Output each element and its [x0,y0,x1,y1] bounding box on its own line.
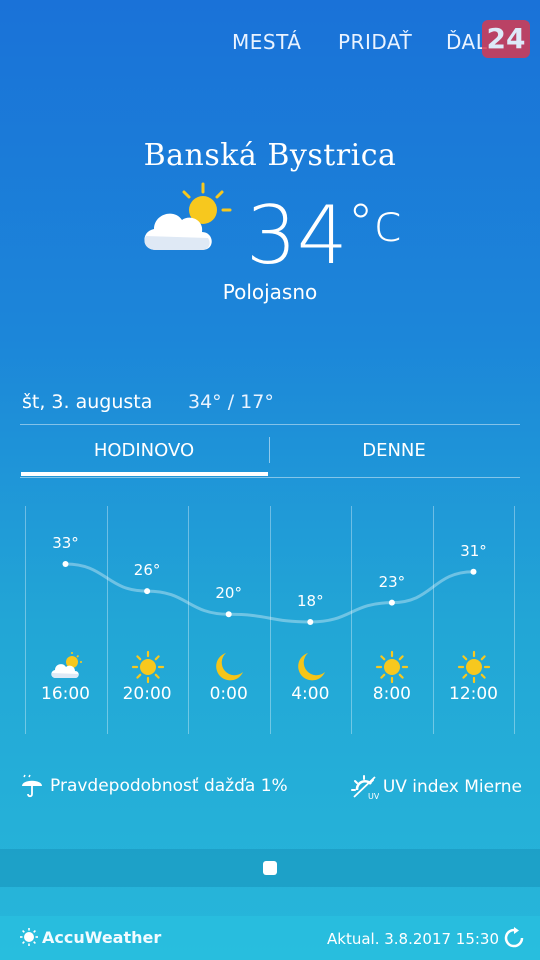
last-updated: Aktual. 3.8.2017 15:30 [327,930,500,948]
hourly-temperature: 20° [215,584,242,603]
current-condition: Polojasno [222,280,318,304]
column-separator [433,506,434,734]
hourly-time: 0:00 [209,684,248,704]
footer-bar: AccuWeather Aktual. 3.8.2017 15:30 [0,916,540,960]
forecast-tabs: HODINOVO DENNE [20,425,520,477]
column-separator [351,506,353,734]
rain-probability: Pravdepodobnosť dažďa 1% [20,774,288,798]
accuweather-sun-icon [20,928,38,946]
moon-icon [294,650,328,684]
hourly-time: 12:00 [449,684,498,704]
today-date: št, 3. augusta [22,391,153,413]
nav-cities[interactable]: MESTÁ [232,30,301,54]
sun-icon [457,650,491,684]
hourly-time: 4:00 [291,684,330,704]
accuweather-logo[interactable]: AccuWeather [20,928,161,947]
city-name: Banská Bystrica [143,138,397,173]
today-summary: št, 3. augusta 34° / 17° [22,391,274,413]
hourly-temperature: 31° [460,541,487,560]
hourly-temperature: 33° [52,534,79,552]
column-separator [514,506,515,734]
hourly-forecast[interactable]: 33° 16:00 26° 20:00 20° 0:00 18° 4:00 23° 8:00 31°… [25,506,515,734]
uv-index-label: UV index Mierne [382,777,522,797]
hourly-item: 31° 12:00 [433,506,514,734]
news-badge[interactable]: 24 [482,20,530,58]
top-navigation: MESTÁ PRIDAŤ ĎAL [0,30,540,60]
rain-probability-label: Pravdepodobnosť dažďa 1% [50,776,288,796]
column-separator [25,506,26,734]
hourly-item: 23° 8:00 [351,506,432,734]
weather-details: Pravdepodobnosť dažďa 1% UV UV index Mie… [0,774,540,802]
column-separator [106,506,108,734]
hourly-item: 26° 20:00 [107,506,188,734]
svg-text:UV: UV [368,792,379,800]
column-separator [188,506,190,734]
active-tab-indicator [21,472,268,476]
divider [20,477,520,478]
nav-add[interactable]: PRIDAŤ [338,30,412,54]
partly-cloudy-icon [49,650,83,684]
hourly-time: 8:00 [372,684,411,704]
hourly-temperature: 23° [378,572,406,591]
temperature-unit: °c [347,194,403,254]
sun-icon [375,650,409,684]
tab-hourly[interactable]: HODINOVO [20,425,268,477]
hourly-temperature: 18° [297,592,324,610]
current-temperature: 34°c [246,189,403,282]
partly-cloudy-icon [144,182,232,250]
today-temp-range: 34° / 17° [188,391,274,413]
sun-icon [131,650,165,684]
umbrella-icon [22,774,42,798]
accuweather-label: AccuWeather [42,928,162,947]
moon-icon [212,650,246,684]
hourly-time: 16:00 [41,684,90,704]
hourly-temperature: 26° [133,561,161,580]
hourly-item: 33° 16:00 [25,506,106,734]
page-indicator[interactable] [263,861,277,875]
uv-sun-icon: UV [350,775,379,800]
tab-daily[interactable]: DENNE [270,425,518,477]
refresh-icon[interactable] [502,926,526,950]
hourly-item: 18° 4:00 [270,506,351,734]
hourly-item: 20° 0:00 [188,506,269,734]
uv-index: UV UV index Mierne [350,774,522,800]
column-separator [269,506,271,734]
hourly-time: 20:00 [122,684,172,704]
